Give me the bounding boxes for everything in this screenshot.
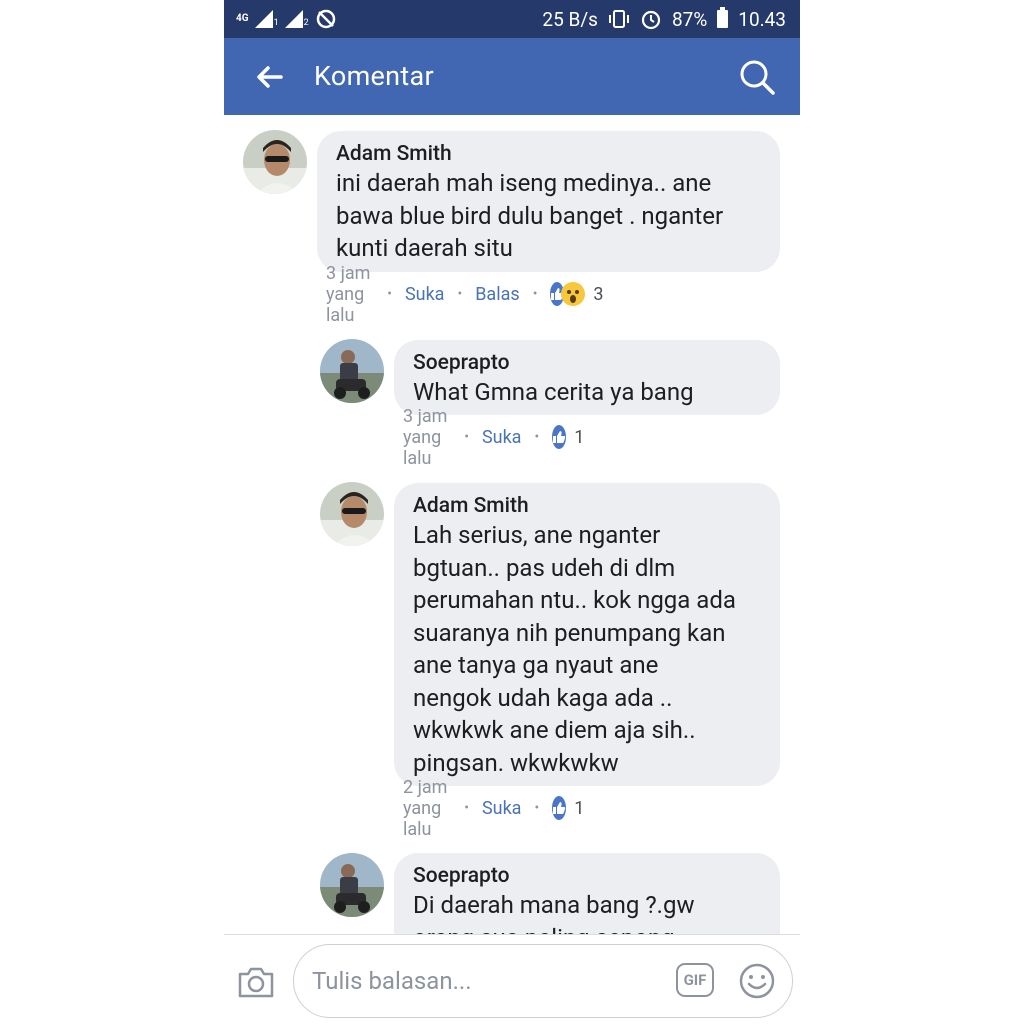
avatar[interactable]: [320, 482, 384, 546]
reply-button[interactable]: Balas: [475, 284, 519, 305]
comment-bubble[interactable]: Soeprapto What Gmna cerita ya bang: [394, 340, 780, 415]
avatar[interactable]: [320, 853, 384, 917]
reaction-count[interactable]: 1: [574, 798, 584, 819]
comment-meta: 3 jam yang lalu • Suka • 1: [403, 406, 584, 469]
reply-composer: Tulis balasan... GIF: [224, 934, 800, 1024]
search-icon[interactable]: [738, 58, 776, 96]
status-right: 25 B/s 87% 10.43: [542, 0, 786, 38]
separator: •: [532, 286, 538, 302]
smiley-icon[interactable]: [738, 962, 776, 1000]
separator: •: [534, 800, 540, 816]
comment-author[interactable]: Soeprapto: [413, 863, 762, 889]
comment-author[interactable]: Adam Smith: [413, 493, 762, 519]
app-bar: Komentar: [224, 38, 800, 115]
back-arrow-icon[interactable]: [254, 62, 284, 92]
like-icon[interactable]: [552, 796, 567, 820]
wow-icon[interactable]: [561, 282, 586, 306]
comment-bubble[interactable]: Adam Smith ini daerah mah iseng medinya.…: [317, 131, 780, 272]
gif-icon[interactable]: GIF: [676, 963, 714, 997]
clock: 10.43: [738, 7, 786, 31]
status-left: 4G 1 2: [236, 0, 337, 38]
separator: •: [387, 286, 392, 302]
page-title: Komentar: [314, 60, 434, 92]
reaction-count[interactable]: 1: [574, 427, 584, 448]
comment-time: 3 jam yang lalu: [326, 262, 371, 326]
separator: •: [457, 286, 463, 302]
comment-time: 2 jam yang lalu: [403, 776, 448, 840]
avatar[interactable]: [320, 339, 384, 403]
comment-text: Lah serius, ane nganter bgtuan.. pas ude…: [413, 521, 736, 777]
comment-text: ini daerah mah iseng medinya.. ane bawa …: [336, 169, 724, 262]
separator: •: [534, 429, 540, 445]
do-not-disturb-icon: [316, 9, 335, 29]
phone-screen: 4G 1 2 25 B/s 87% 10.43 Komentar Adam Sm…: [224, 0, 800, 1024]
comment-meta: 3 jam yang lalu • Suka • Balas • 3: [326, 263, 604, 326]
comment-meta: 2 jam yang lalu • Suka • 1: [403, 777, 584, 840]
comment-text: What Gmna cerita ya bang: [413, 378, 694, 406]
battery-percent: 87%: [671, 7, 708, 31]
vibrate-icon: [608, 10, 629, 28]
reaction-count[interactable]: 3: [593, 284, 603, 305]
camera-icon[interactable]: [237, 965, 275, 999]
status-bar: 4G 1 2 25 B/s 87% 10.43: [224, 0, 800, 38]
like-icon[interactable]: [552, 425, 567, 449]
avatar[interactable]: [243, 130, 307, 194]
alarm-icon: [641, 10, 661, 30]
data-speed: 25 B/s: [542, 7, 598, 31]
like-button[interactable]: Suka: [405, 284, 445, 305]
reply-input[interactable]: Tulis balasan... GIF: [293, 944, 793, 1018]
battery-icon: [717, 7, 729, 28]
comment-time: 3 jam yang lalu: [403, 405, 448, 469]
comment-author[interactable]: Soeprapto: [413, 350, 762, 376]
signal-icon-2: 2: [284, 10, 309, 28]
like-button[interactable]: Suka: [482, 427, 522, 448]
comment-author[interactable]: Adam Smith: [336, 141, 762, 167]
network-type: 4G: [236, 13, 249, 24]
separator: •: [464, 800, 469, 816]
reply-placeholder: Tulis balasan...: [312, 967, 472, 995]
separator: •: [464, 429, 469, 445]
signal-icon: 1: [254, 10, 279, 28]
comment-bubble[interactable]: Adam Smith Lah serius, ane nganter bgtua…: [394, 483, 780, 786]
like-button[interactable]: Suka: [482, 798, 522, 819]
